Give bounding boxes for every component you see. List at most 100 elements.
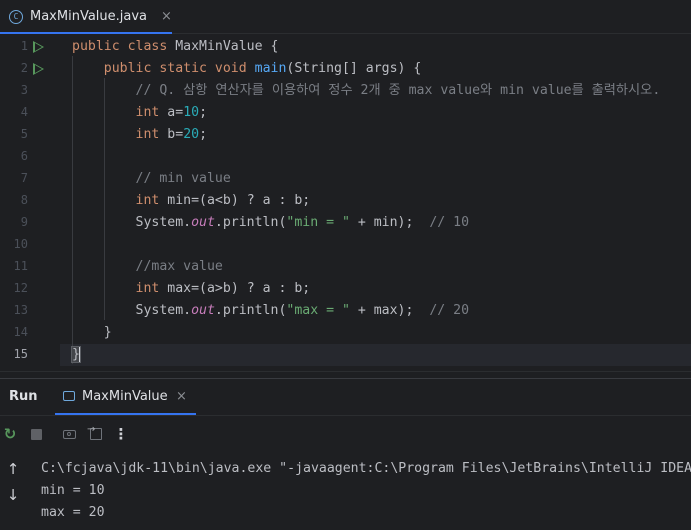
code-token: ;: [199, 127, 208, 142]
code-line: public static void main(String[] args) {: [72, 58, 422, 80]
code-line: int a=10;: [72, 102, 208, 124]
line-number: 1: [20, 39, 28, 53]
code-line: }: [72, 322, 112, 344]
java-class-icon: C: [9, 9, 23, 24]
active-run-tab-indicator: [55, 413, 196, 415]
run-tab-label: MaxMinValue: [82, 389, 168, 404]
code-token: a=: [167, 105, 184, 120]
run-panel-title: Run: [9, 389, 38, 404]
line-number: 2: [20, 61, 28, 75]
close-icon[interactable]: ×: [176, 389, 187, 404]
code-token: max=(a>b) ? a : b;: [167, 281, 311, 296]
code-line: int max=(a>b) ? a : b;: [72, 278, 311, 300]
run-gutter-icon[interactable]: [33, 63, 44, 75]
code-token: // Q. 삼항 연산자를 이용하여 정수 2개 중 max value와 mi…: [135, 83, 661, 98]
editor-tab-maxminvalue[interactable]: C MaxMinValue.java ×: [0, 0, 172, 34]
code-token: (String[] args) {: [286, 61, 422, 76]
gutter-line: 1: [0, 36, 60, 58]
console-icon: [63, 391, 75, 401]
code-token: static: [159, 61, 215, 76]
stop-icon[interactable]: [28, 426, 44, 442]
line-number: 5: [20, 127, 28, 141]
editor-gutter: 1 2 3 4 5 6 7 8 9 10 11 12 13 14 15: [0, 34, 60, 371]
code-token: + max);: [349, 303, 430, 318]
code-token: 10: [183, 105, 200, 120]
code-line: public class MaxMinValue {: [72, 36, 278, 58]
code-token: "max = ": [286, 303, 350, 318]
console-line: C:\fcjava\jdk-11\bin\java.exe "-javaagen…: [41, 461, 691, 476]
arrow-up-icon[interactable]: ↑: [6, 460, 20, 478]
gutter-line: 6: [0, 146, 60, 168]
code-token: b=: [167, 127, 184, 142]
code-token: main: [254, 61, 287, 76]
code-token: 20: [183, 127, 200, 142]
code-line: System.out.println("max = " + max); // 2…: [72, 300, 470, 322]
rerun-icon[interactable]: ↻: [2, 425, 18, 443]
gutter-line: 2: [0, 58, 60, 80]
code-token: }: [72, 325, 112, 340]
code-token: out: [191, 303, 215, 318]
exit-icon[interactable]: [87, 424, 104, 442]
code-token: System.: [72, 303, 192, 318]
code-line: //max value: [72, 256, 223, 278]
code-token: min=(a<b) ? a : b;: [167, 193, 311, 208]
code-token: "min = ": [286, 215, 350, 230]
line-number: 6: [20, 149, 28, 163]
code-token: // min value: [135, 171, 231, 186]
code-token: .println(: [214, 303, 287, 318]
gutter-line: 11: [0, 256, 60, 278]
code-token: int: [135, 193, 168, 208]
line-number: 11: [13, 259, 28, 273]
code-line: System.out.println("min = " + min); // 1…: [72, 212, 470, 234]
code-token: + min);: [349, 215, 430, 230]
camera-icon[interactable]: [61, 426, 77, 442]
console-line: min = 10: [41, 483, 105, 498]
code-token: .println(: [214, 215, 287, 230]
code-token: class: [127, 39, 176, 54]
code-token: // 20: [429, 303, 470, 318]
code-line: int min=(a<b) ? a : b;: [72, 190, 311, 212]
code-token: MaxMinValue {: [175, 39, 279, 54]
line-number: 7: [20, 171, 28, 185]
text-caret: [78, 345, 80, 363]
arrow-down-icon[interactable]: ↓: [6, 486, 20, 504]
code-token: ;: [199, 105, 208, 120]
gutter-line: 3: [0, 80, 60, 102]
code-line: int b=20;: [72, 124, 208, 146]
gutter-line: 9: [0, 212, 60, 234]
line-number: 14: [13, 325, 28, 339]
editor-tab-bar: C MaxMinValue.java ×: [0, 0, 691, 34]
console-line: max = 20: [41, 505, 105, 520]
line-number: 12: [13, 281, 28, 295]
code-area[interactable]: public class MaxMinValue { public static…: [71, 34, 691, 371]
run-toolbar: ↻ ⋮: [0, 416, 691, 452]
code-token: public: [72, 39, 128, 54]
code-token: System.: [72, 215, 192, 230]
gutter-line: 8: [0, 190, 60, 212]
run-gutter-icon[interactable]: [33, 41, 44, 53]
code-token: public: [103, 61, 160, 76]
close-icon[interactable]: ×: [161, 9, 172, 24]
code-token: int: [135, 127, 168, 142]
more-options-icon[interactable]: ⋮: [113, 425, 129, 443]
code-editor[interactable]: 1 2 3 4 5 6 7 8 9 10 11 12 13 14 15 public class MaxMi…: [0, 34, 691, 371]
code-token: out: [191, 215, 215, 230]
line-number: 3: [20, 83, 28, 97]
gutter-line: 4: [0, 102, 60, 124]
line-number: 8: [20, 193, 28, 207]
code-token: int: [135, 105, 168, 120]
code-line: // Q. 삼항 연산자를 이용하여 정수 2개 중 max value와 mi…: [72, 80, 661, 102]
code-line: }: [71, 344, 81, 366]
run-tab-maxminvalue[interactable]: MaxMinValue ×: [55, 379, 196, 415]
code-token: int: [135, 281, 168, 296]
gutter-line: 7: [0, 168, 60, 190]
gutter-line: 12: [0, 278, 60, 300]
gutter-line: 13: [0, 300, 60, 322]
run-header: Run MaxMinValue ×: [0, 379, 691, 416]
